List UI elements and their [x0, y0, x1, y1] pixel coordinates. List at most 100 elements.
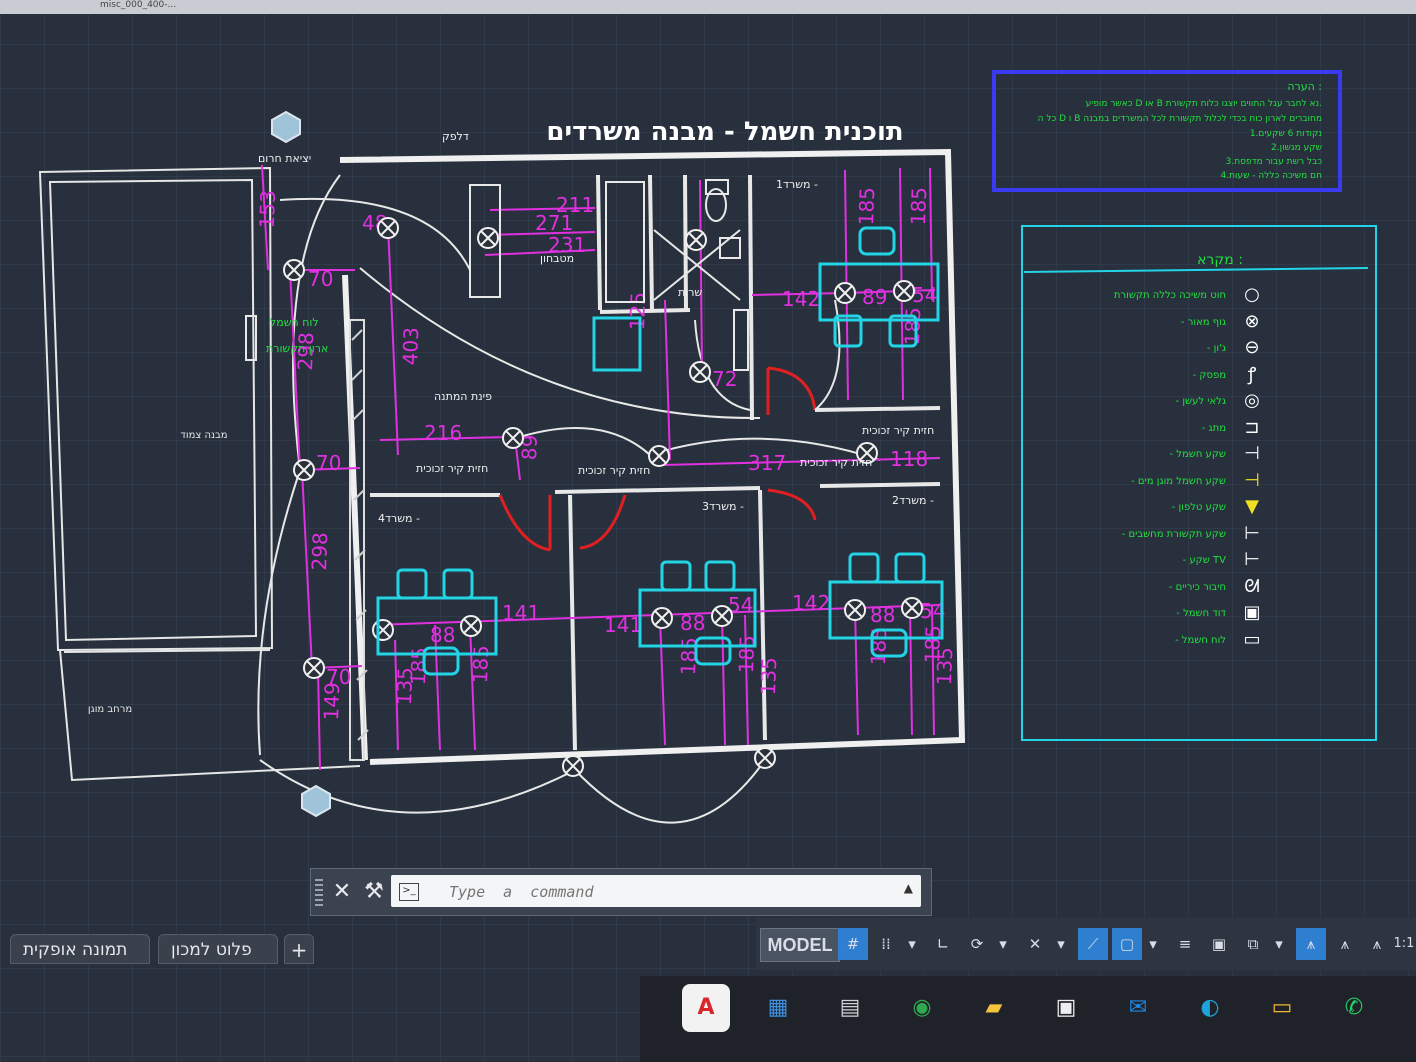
legend-item-label: - חיבור כיריים [1169, 582, 1226, 593]
calculator-icon[interactable]: ▤ [826, 984, 874, 1032]
chevron-down-icon[interactable]: ▾ [996, 928, 1010, 960]
svg-text:403: 403 [398, 327, 423, 366]
svg-text:חזית קיר זכוכית: חזית קיר זכוכית [800, 456, 872, 469]
legend-item-label: - שקע חשמל [1169, 449, 1226, 460]
edge-icon[interactable]: ◐ [1186, 984, 1234, 1032]
svg-text:יציאת חרום: יציאת חרום [258, 152, 311, 165]
tab-layout-2[interactable]: פלוט למכון [158, 934, 278, 964]
legend-title: מקרא : [1197, 252, 1243, 268]
switch-icon: ꝭ [1247, 364, 1257, 385]
svg-text:141: 141 [604, 613, 642, 637]
chevron-down-icon[interactable]: ▾ [1054, 928, 1068, 960]
tab-layout-1[interactable]: תמונה אופקית [10, 934, 150, 964]
light-fixture-symbol [651, 607, 673, 629]
svg-text:לוח חשמל: לוח חשמל [270, 316, 319, 329]
svg-text:185: 185 [906, 187, 931, 226]
selection-cycling-icon[interactable]: ⧉ [1238, 928, 1268, 960]
polar-icon[interactable]: ⟳ [962, 928, 992, 960]
legend-item-label: - שקע חשמל מוגן מים [1131, 476, 1226, 487]
chevron-down-icon[interactable]: ▾ [1146, 928, 1160, 960]
socket-icon: ⊣ [1244, 443, 1260, 464]
detector-icon: ◎ [1244, 390, 1260, 411]
legend-item-label: - לוח חשמל [1175, 635, 1226, 646]
light-fixture-symbol [711, 605, 733, 627]
legend-item-label: - מתג [1202, 423, 1226, 434]
dynamic-input-icon[interactable]: ▢ [1112, 928, 1142, 960]
svg-text:מטבחון: מטבחון [540, 252, 574, 265]
svg-text:185: 185 [854, 187, 879, 226]
annotation-scale-icon[interactable]: ⩚ [1364, 928, 1390, 960]
add-layout-button[interactable]: + [284, 934, 314, 964]
close-icon[interactable]: ✕ [329, 877, 355, 907]
light-fixture-symbol [372, 619, 394, 641]
svg-text:298: 298 [307, 532, 332, 571]
legend-item-label: - שקע טלפון [1172, 502, 1226, 513]
svg-text:89: 89 [862, 285, 887, 309]
svg-text:דלפק: דלפק [442, 130, 469, 143]
command-line: ✕ ⚒ >_ ▲ [310, 868, 932, 916]
plumbing-fixtures [469, 179, 749, 371]
tv-socket-icon: ⊢ [1244, 549, 1260, 570]
auto-scale-icon[interactable]: ⩚ [1330, 928, 1360, 960]
chevron-down-icon[interactable]: ▾ [904, 928, 920, 960]
status-bar: MODEL # ⁞⁞ ▾ ∟ ⟳ ▾ ✕ ▾ ⟋ ▢ ▾ ≡ ▣ ⧉ ▾ ⩚ ⩚… [756, 918, 1416, 970]
store-icon[interactable]: ▣ [1042, 984, 1090, 1032]
light-fixture-symbol [685, 229, 707, 251]
mail-icon[interactable]: ✉ [1114, 984, 1162, 1032]
svg-text:317: 317 [748, 451, 786, 475]
light-fixture-symbol [303, 657, 325, 679]
note-line: 2.שקע מגשון [1271, 143, 1322, 153]
taskbar: A ▦ ▤ ◉ ▰ ▣ ✉ ◐ ▭ ✆ [640, 976, 1416, 1062]
svg-text:ארון תקשורת: ארון תקשורת [266, 342, 328, 355]
svg-text:משרד1 -: משרד1 - [776, 178, 818, 191]
chevron-down-icon[interactable]: ▾ [1272, 928, 1286, 960]
prompt-icon[interactable]: >_ [399, 883, 419, 901]
svg-text:משרד3 -: משרד3 - [702, 500, 744, 513]
data-socket-icon: ⊢ [1244, 523, 1260, 544]
note-line: 3.כבל רשת עבור מדפסת [1226, 157, 1323, 167]
grip-handle[interactable] [315, 879, 323, 907]
legend-item-label: - דוד חשמל [1176, 608, 1226, 619]
note-box: הערה : כאשר מופיע D או B נא לחבר עגל התו… [992, 70, 1342, 192]
otrack-icon[interactable]: ⟋ [1078, 928, 1108, 960]
legend-items: ○ חוט משיכה כללה תקשורת ⊗ - גוף מאור ⊖ - ג'ון… [1114, 284, 1261, 650]
note-line: כל ה D ו B מחוברים לארון כוח בכדי לכלול … [1038, 114, 1322, 124]
chrome-icon[interactable]: ◉ [898, 984, 946, 1032]
svg-text:שרות: שרות [678, 286, 702, 299]
annotation-visibility-icon[interactable]: ⩚ [1296, 928, 1326, 960]
transparency-icon[interactable]: ▣ [1204, 928, 1234, 960]
grid-icon[interactable]: # [838, 928, 868, 960]
calendar-icon[interactable]: ▦ [754, 984, 802, 1032]
scale-value[interactable]: 1:1 [1392, 928, 1416, 960]
svg-text:185: 185 [468, 645, 493, 684]
chevron-up-icon[interactable]: ▲ [904, 881, 913, 895]
snap-icon[interactable]: ⁞⁞ [872, 928, 900, 960]
osnap-icon[interactable]: ✕ [1020, 928, 1050, 960]
svg-text:חזית קיר זכוכית: חזית קיר זכוכית [416, 462, 488, 475]
lineweight-icon[interactable]: ≡ [1170, 928, 1200, 960]
svg-text:153: 153 [255, 190, 280, 229]
room-labels: מטבחון שרות פינת המתנה משרד1 - משרד2 - מ… [258, 130, 934, 525]
svg-text:211: 211 [556, 193, 594, 217]
light-fixture-symbol [283, 259, 305, 281]
folder-icon[interactable]: ▭ [1258, 984, 1306, 1032]
ortho-icon[interactable]: ∟ [928, 928, 958, 960]
legend-item-label: חוט משיכה כללה תקשורת [1114, 290, 1226, 301]
svg-text:54: 54 [912, 283, 937, 307]
light-fixture-symbol [293, 459, 315, 481]
whatsapp-icon[interactable]: ✆ [1330, 984, 1378, 1032]
light-fixture-symbol [844, 599, 866, 621]
file-explorer-icon[interactable]: ▰ [970, 984, 1018, 1032]
svg-text:חזית קיר זכוכית: חזית קיר זכוכית [578, 464, 650, 477]
light-fixture-symbol [562, 755, 584, 777]
svg-text:185: 185 [900, 307, 925, 346]
svg-text:216: 216 [424, 421, 462, 445]
light-fixture-symbol [689, 361, 711, 383]
room-label-adjacent: מבנה צמוד [180, 430, 227, 441]
kitchen-outlet-icon: ᘛ [1244, 576, 1259, 597]
wrench-icon[interactable]: ⚒ [361, 877, 387, 907]
layout-tabs: תמונה אופקית פלוט למכון + [0, 930, 330, 970]
autocad-icon[interactable]: A [682, 984, 730, 1032]
command-input[interactable] [447, 879, 891, 905]
model-space-button[interactable]: MODEL [760, 928, 840, 962]
